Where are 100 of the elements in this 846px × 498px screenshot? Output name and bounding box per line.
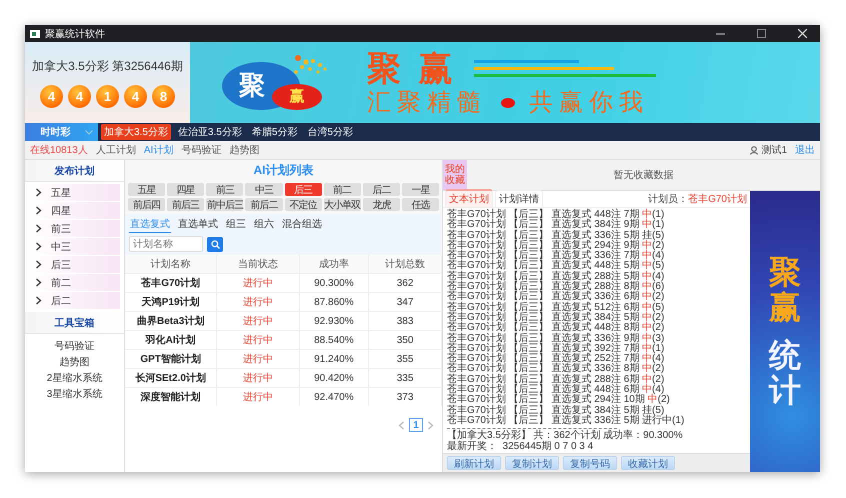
result-mark: 中 <box>642 342 652 354</box>
number-ball: 4 <box>124 84 147 108</box>
action-button[interactable]: 复制计划 <box>505 456 559 470</box>
empty-message: 暂无收藏数据 <box>614 168 674 182</box>
table-cell: 92.470% <box>299 388 369 406</box>
plan-line: 苍丰G70计划 【后三】 直选复式 392注 7期 中(1) <box>447 344 666 354</box>
app-icon <box>30 30 40 38</box>
table-cell: 355 <box>368 350 442 368</box>
result-mark: 中 <box>642 302 652 313</box>
plan-line: 苍丰G70计划 【后三】 直选复式 336注 5期 挂(5) <box>447 230 666 241</box>
column-header: 成功率 <box>299 255 369 274</box>
close-icon <box>798 29 806 38</box>
method-tab[interactable]: 混合组选 <box>281 217 323 234</box>
position-button[interactable]: 后二 <box>362 183 400 196</box>
position-button[interactable]: 前后四 <box>128 198 166 211</box>
table-cell: 进行中 <box>216 330 300 350</box>
position-button[interactable]: 四星 <box>167 183 204 196</box>
table-cell: 92.930% <box>299 312 369 330</box>
action-button[interactable]: 刷新计划 <box>447 456 501 470</box>
nav-link[interactable]: 号码验证 <box>181 143 222 157</box>
table-cell: 90.420% <box>299 368 369 388</box>
draw-title: 加拿大3.5分彩 第3256446期 <box>32 58 183 74</box>
table-cell: 90.300% <box>299 274 369 292</box>
action-button[interactable]: 复制号码 <box>563 456 617 470</box>
result-mark: 中 <box>642 312 652 323</box>
position-button[interactable]: 不定位 <box>284 198 322 211</box>
plan-line: 苍丰G70计划 【后三】 直选复式 336注 6期 中(2) <box>447 292 666 302</box>
detail-tab[interactable]: 文本计划 <box>445 189 493 207</box>
result-mark: 中 <box>642 250 652 262</box>
result-mark: 中 <box>642 270 652 282</box>
result-mark: 中 <box>648 394 658 406</box>
table-cell: 进行中 <box>216 292 300 312</box>
position-button[interactable]: 前后二 <box>245 198 282 211</box>
method-tab[interactable]: 直选单式 <box>177 217 219 234</box>
table-cell: 373 <box>368 388 442 406</box>
plan-line: 苍丰G70计划 【后三】 直选复式 294注 9期 中(2) <box>447 240 666 251</box>
table-cell: 347 <box>368 292 442 312</box>
table-cell: 87.860% <box>299 292 369 312</box>
panel-header: 发布计划 <box>25 160 124 182</box>
position-button[interactable]: 前二 <box>324 183 361 196</box>
nav-link[interactable]: 趋势图 <box>229 143 260 157</box>
result-mark: 中 <box>642 363 652 374</box>
position-button[interactable]: 后三 <box>284 183 322 196</box>
result-mark: 中 <box>642 384 652 396</box>
banner-headline: 聚 赢 <box>367 48 456 88</box>
position-button[interactable]: 中三 <box>245 183 282 196</box>
method-tab[interactable]: 组六 <box>253 217 275 234</box>
column-header: 当前状态 <box>216 255 300 274</box>
position-button[interactable]: 大小单双 <box>324 198 361 211</box>
table-cell: 曲界Beta3计划 <box>125 312 217 330</box>
plan-line: 苍丰G70计划 【后三】 直选复式 512注 6期 中(5) <box>447 302 666 313</box>
column-header: 计划总数 <box>368 255 442 274</box>
position-button[interactable]: 前三 <box>206 183 244 196</box>
table-cell: 进行中 <box>216 312 300 330</box>
table-cell: 383 <box>368 312 442 330</box>
result-mark: 中 <box>642 281 652 292</box>
latest-draw-text: 最新开奖： 3256445期 0 7 0 3 4 <box>447 442 594 452</box>
table-cell: 长河SEt2.0计划 <box>125 368 217 388</box>
table-cell: 91.240% <box>299 350 369 368</box>
method-tab[interactable]: 组三 <box>225 217 247 234</box>
position-button[interactable]: 前中后三 <box>206 198 244 211</box>
online-count: 在线10813人 <box>30 144 88 157</box>
position-button[interactable]: 前后三 <box>167 198 204 211</box>
number-ball: 4 <box>40 84 63 108</box>
planner-label: 计划员： <box>648 194 688 205</box>
lottery-tab[interactable]: 佐治亚3.5分彩 <box>174 124 245 140</box>
search-button[interactable] <box>207 236 223 252</box>
maximize-icon <box>756 29 766 38</box>
table-cell: 88.540% <box>299 330 369 350</box>
plan-line: 苍丰G70计划 【后三】 直选复式 336注 5期 进行中(1) <box>447 416 686 426</box>
tool-link[interactable]: 趋势图 <box>60 355 90 370</box>
number-ball: 4 <box>68 84 91 108</box>
banner-slogan: 汇聚精髓 <box>367 88 487 116</box>
tool-link[interactable]: 2星缩水系统 <box>46 371 102 386</box>
caret-icon <box>84 130 92 134</box>
action-button[interactable]: 收藏计划 <box>621 456 675 470</box>
position-button[interactable]: 一星 <box>402 183 439 196</box>
plan-line: 苍丰G70计划 【后三】 直选复式 384注 5期 挂(5) <box>447 406 664 416</box>
table-cell: 进行中 <box>216 274 300 292</box>
banner-slogan: 共赢你我 <box>529 88 649 116</box>
lottery-tab[interactable]: 加拿大3.5分彩 <box>101 124 171 140</box>
nav-link[interactable]: 人工计划 <box>96 143 136 157</box>
panel-header: 工具宝箱 <box>25 312 124 334</box>
plan-line: 苍丰G70计划 【后三】 直选复式 294注 10期 中(2) <box>447 395 671 406</box>
position-button[interactable]: 任选 <box>402 198 439 211</box>
lottery-tab[interactable]: 希腊5分彩 <box>248 124 300 140</box>
result-mark: 中 <box>642 374 652 385</box>
position-button[interactable]: 龙虎 <box>362 198 400 211</box>
user-icon <box>750 146 758 154</box>
lottery-tab[interactable]: 台湾5分彩 <box>304 124 356 140</box>
tool-link[interactable]: 3星缩水系统 <box>46 387 102 402</box>
number-ball: 8 <box>152 84 175 108</box>
table-cell: 350 <box>368 330 442 350</box>
position-button[interactable]: 五星 <box>128 183 166 196</box>
tool-link[interactable]: 号码验证 <box>54 339 94 354</box>
table-cell: 羽化AI计划 <box>125 330 217 350</box>
ad-text: 统计 <box>769 338 801 408</box>
result-mark: 中 <box>642 240 652 251</box>
search-field[interactable]: 计划名称 <box>129 236 203 252</box>
detail-tab[interactable]: 计划详情 <box>495 190 543 207</box>
